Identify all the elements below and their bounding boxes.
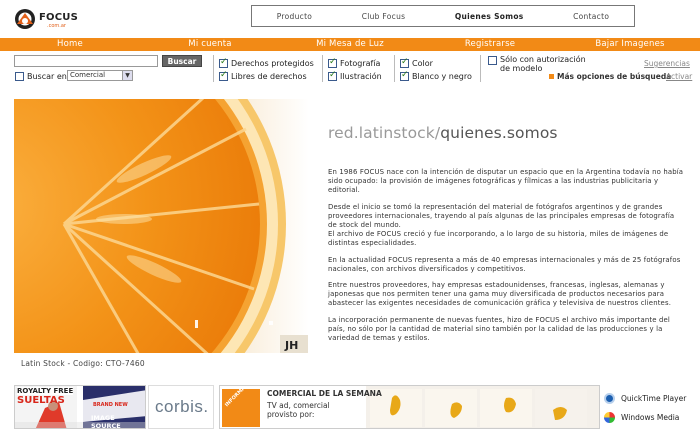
- featured-photo-orange[interactable]: JH: [14, 99, 309, 353]
- about-paragraph-3: En la actualidad FOCUS representa a más …: [328, 255, 681, 273]
- divider: [322, 55, 323, 82]
- ad-brand-new-label: BRAND NEW: [93, 402, 128, 408]
- focus-logo-icon: [15, 9, 35, 29]
- derechos-protegidos-label: Derechos protegidos: [231, 59, 314, 68]
- focus-logo[interactable]: FOCUS .com.ar: [14, 7, 78, 31]
- quicktime-player-link[interactable]: QuickTime Player: [604, 393, 686, 404]
- ad-image-source-label: IMAGE SOURCE: [91, 414, 121, 429]
- ilustracion-checkbox[interactable]: [328, 70, 337, 81]
- main-menu-bar: Home Mi cuenta Mi Mesa de Luz Registrars…: [0, 38, 700, 51]
- menu-mi-mesa-de-luz[interactable]: Mi Mesa de Luz: [280, 38, 420, 51]
- ad-royalty-free-label: ROYALTY FREE: [17, 387, 74, 395]
- page-title-rest: quienes.somos: [440, 124, 558, 142]
- fotografia-label: Fotografía: [340, 59, 381, 68]
- libres-de-derechos-checkbox[interactable]: [219, 70, 228, 81]
- search-button[interactable]: Buscar: [162, 55, 202, 67]
- mas-opciones-label: Más opciones de búsqueda: [557, 72, 672, 81]
- quicktime-label: QuickTime Player: [621, 394, 687, 403]
- buscar-en-value: Comercial: [70, 71, 106, 79]
- windows-media-link[interactable]: Windows Media: [604, 412, 679, 423]
- sugerencias-link[interactable]: Sugerencias: [644, 59, 690, 68]
- solo-autorizacion-label: Sólo con autorización de modelo: [500, 55, 586, 73]
- buscar-en-label: Buscar en: [27, 72, 67, 81]
- libres-de-derechos-label: Libres de derechos: [231, 72, 307, 81]
- color-label: Color: [412, 59, 433, 68]
- topnav-contacto[interactable]: Contacto: [573, 12, 609, 21]
- comercial-title: COMERCIAL DE LA SEMANA: [267, 389, 382, 398]
- fotografia-checkbox[interactable]: [328, 57, 337, 68]
- ad-sueltas-label: SUELTAS: [17, 395, 65, 406]
- windows-media-icon: [604, 412, 615, 423]
- logo-text: FOCUS: [39, 12, 78, 23]
- about-paragraph-2: Desde el inicio se tomó la representació…: [328, 202, 675, 248]
- filter-fotografia[interactable]: Fotografía: [328, 57, 381, 68]
- filter-ilustracion[interactable]: Ilustración: [328, 70, 382, 81]
- menu-registrarse[interactable]: Registrarse: [420, 38, 560, 51]
- ad-royalty-free-sueltas[interactable]: ROYALTY FREE SUELTAS BRAND NEW IMAGE SOU…: [14, 385, 146, 429]
- divider: [213, 55, 214, 82]
- corbis-logo[interactable]: corbis.: [155, 397, 209, 417]
- filter-blanco-y-negro[interactable]: Blanco y negro: [400, 70, 472, 81]
- mas-opciones-busqueda[interactable]: Más opciones de búsqueda: [549, 72, 671, 81]
- buscar-en-select[interactable]: Comercial ▼: [67, 70, 133, 81]
- filter-solo-autorizacion[interactable]: Sólo con autorización de modelo: [488, 55, 590, 73]
- windows-media-label: Windows Media: [621, 413, 680, 422]
- divider: [480, 55, 481, 82]
- top-navigation: Producto Club Focus Quienes Somos Contac…: [251, 5, 635, 27]
- solo-autorizacion-checkbox[interactable]: [488, 56, 497, 65]
- blanco-y-negro-label: Blanco y negro: [412, 72, 472, 81]
- about-paragraph-1: En 1986 FOCUS nace con la intención de d…: [328, 168, 684, 195]
- buscar-en-option[interactable]: Buscar en: [15, 72, 67, 81]
- filter-derechos-protegidos[interactable]: Derechos protegidos: [219, 57, 314, 68]
- quicktime-icon: [604, 393, 615, 404]
- page-title-prefix: red.latinstock/: [328, 124, 441, 142]
- buscar-en-checkbox[interactable]: [15, 72, 24, 81]
- filter-color[interactable]: Color: [400, 57, 433, 68]
- bullet-square-icon: [549, 74, 554, 79]
- about-text: En 1986 FOCUS nace con la intención de d…: [328, 168, 684, 350]
- about-paragraph-4: Entre nuestros proveedores, hay empresas…: [328, 281, 672, 308]
- orange-slice-image: JH: [14, 99, 309, 353]
- derechos-protegidos-checkbox[interactable]: [219, 57, 228, 68]
- activar-link[interactable]: Activar: [666, 72, 692, 81]
- topnav-producto[interactable]: Producto: [277, 12, 312, 21]
- menu-home[interactable]: Home: [0, 38, 140, 51]
- search-input[interactable]: [14, 55, 158, 67]
- color-checkbox[interactable]: [400, 57, 409, 68]
- topnav-quienes-somos[interactable]: Quienes Somos: [455, 12, 524, 21]
- page-title: red.latinstock/quienes.somos: [328, 124, 558, 142]
- menu-bajar-imagenes[interactable]: Bajar Imagenes: [560, 38, 700, 51]
- photo-tag: JH: [284, 339, 298, 352]
- filter-libres-de-derechos[interactable]: Libres de derechos: [219, 70, 307, 81]
- about-paragraph-5: La incorporación permanente de nuevas fu…: [328, 315, 670, 343]
- divider: [394, 55, 395, 82]
- logo-domain: .com.ar: [47, 23, 66, 29]
- topnav-club-focus[interactable]: Club Focus: [362, 12, 406, 21]
- chevron-down-icon[interactable]: ▼: [122, 71, 132, 80]
- photo-caption: Latin Stock - Codigo: CTO-7460: [21, 359, 145, 368]
- comercial-text: TV ad, comercial provisto por:: [267, 401, 330, 419]
- ilustracion-label: Ilustración: [340, 72, 382, 81]
- blanco-y-negro-checkbox[interactable]: [400, 70, 409, 81]
- menu-mi-cuenta[interactable]: Mi cuenta: [140, 38, 280, 51]
